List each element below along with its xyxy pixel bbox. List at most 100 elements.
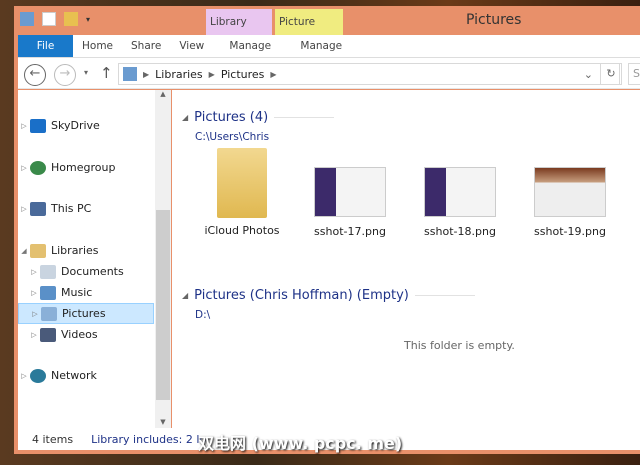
computer-icon[interactable] <box>20 12 34 26</box>
network-icon <box>30 368 46 383</box>
nav-item-videos[interactable]: ▷ Videos <box>18 324 154 345</box>
content-pane: ◢ Pictures (4) C:\Users\Chris iCloud Phot… <box>172 90 640 428</box>
properties-icon[interactable] <box>42 12 56 26</box>
scroll-down-icon[interactable]: ▼ <box>155 418 171 426</box>
recent-locations-icon[interactable]: ▾ <box>84 68 88 77</box>
tab-home[interactable]: Home <box>73 35 122 57</box>
expand-icon[interactable]: ▷ <box>18 205 30 213</box>
music-icon <box>40 285 56 300</box>
file-name: iCloud Photos <box>204 224 280 237</box>
address-toolbar: ← → ▾ ↑ ▶ Libraries ▶ Pictures ▶ ⌄ ↻ S <box>18 57 640 89</box>
computer-icon <box>30 201 46 216</box>
nav-item-music[interactable]: ▷ Music <box>18 282 154 303</box>
up-arrow-icon[interactable]: ↑ <box>100 64 113 82</box>
expand-icon[interactable]: ▷ <box>18 122 30 130</box>
nav-label: Network <box>51 369 97 382</box>
tab-library-manage[interactable]: Manage <box>216 35 284 57</box>
nav-label: Homegroup <box>51 161 116 174</box>
title-bar: ▾ Library Tools Picture Tools Pictures <box>14 6 640 54</box>
back-button[interactable]: ← <box>24 64 46 86</box>
nav-item-this-pc[interactable]: ▷ This PC <box>18 198 154 219</box>
folder-icon <box>217 148 267 218</box>
nav-label: Libraries <box>51 244 99 257</box>
library-includes-link[interactable]: Library includes: 2 lo <box>91 433 206 446</box>
expand-icon[interactable]: ▷ <box>28 289 40 297</box>
nav-label: Music <box>61 286 93 299</box>
file-name: sshot-17.png <box>314 225 386 238</box>
nav-label: Pictures <box>62 307 106 320</box>
group-path: D:\ <box>195 309 211 321</box>
explorer-window: ▾ Library Tools Picture Tools Pictures F… <box>14 6 640 454</box>
address-bar[interactable]: ▶ Libraries ▶ Pictures ▶ ⌄ <box>118 63 620 85</box>
image-thumbnail <box>534 167 606 217</box>
nav-label: Documents <box>61 265 124 278</box>
tab-picture-manage[interactable]: Manage <box>287 35 355 57</box>
nav-scrollbar[interactable]: ▲ ▼ <box>155 90 171 428</box>
cloud-icon <box>30 118 46 133</box>
expand-icon[interactable]: ▷ <box>18 164 30 172</box>
divider <box>414 295 475 296</box>
group-title: Pictures (4) <box>194 110 269 125</box>
chevron-right-icon[interactable]: ▶ <box>270 70 276 79</box>
customize-dropdown-icon[interactable]: ▾ <box>86 15 90 24</box>
expand-icon[interactable]: ▷ <box>28 268 40 276</box>
tab-share[interactable]: Share <box>122 35 170 57</box>
collapse-icon[interactable]: ◢ <box>182 291 188 300</box>
nav-label: This PC <box>51 202 92 215</box>
file-item[interactable]: sshot-19.png <box>520 167 620 238</box>
expand-icon[interactable]: ▷ <box>28 331 40 339</box>
file-item[interactable]: sshot-18.png <box>410 167 510 238</box>
divider <box>274 117 335 118</box>
nav-item-network[interactable]: ▷ Network <box>18 365 154 386</box>
navigation-pane: ▷ SkyDrive ▷ Homegroup ▷ This PC ◢ Libraries… <box>18 90 171 428</box>
file-name: sshot-19.png <box>534 225 606 238</box>
scrollbar-thumb[interactable] <box>156 210 170 400</box>
chevron-right-icon[interactable]: ▶ <box>143 70 149 79</box>
file-item[interactable]: sshot-17.png <box>300 167 400 238</box>
expand-icon[interactable]: ▷ <box>29 310 41 318</box>
file-item[interactable]: iCloud Photos <box>192 148 292 237</box>
search-input[interactable]: S <box>628 63 640 85</box>
library-tools-header: Library Tools <box>206 9 272 54</box>
tab-file[interactable]: File <box>18 35 73 57</box>
nav-item-skydrive[interactable]: ▷ SkyDrive <box>18 115 154 136</box>
forward-button[interactable]: → <box>54 64 76 86</box>
new-folder-icon[interactable] <box>64 12 78 26</box>
file-name: sshot-18.png <box>424 225 496 238</box>
nav-item-documents[interactable]: ▷ Documents <box>18 261 154 282</box>
expand-icon[interactable]: ▷ <box>18 372 30 380</box>
window-title: Pictures <box>466 12 522 28</box>
group-header-pictures[interactable]: ◢ Pictures (4) <box>182 110 335 125</box>
nav-label: SkyDrive <box>51 119 100 132</box>
breadcrumb-libraries[interactable]: Libraries <box>155 68 203 81</box>
documents-icon <box>40 264 56 279</box>
chevron-down-icon[interactable]: ⌄ <box>584 68 593 81</box>
nav-item-homegroup[interactable]: ▷ Homegroup <box>18 157 154 178</box>
picture-tools-header: Picture Tools <box>275 9 343 54</box>
ribbon-tabs: File Home Share View Manage Manage <box>18 35 640 57</box>
pictures-icon <box>41 306 57 321</box>
nav-item-libraries[interactable]: ◢ Libraries <box>18 240 154 261</box>
chevron-right-icon[interactable]: ▶ <box>209 70 215 79</box>
breadcrumb-pictures[interactable]: Pictures <box>221 68 265 81</box>
homegroup-icon <box>30 160 46 175</box>
nav-label: Videos <box>61 328 98 341</box>
watermark: 双电网 (www. pcpc. me) <box>198 434 403 453</box>
collapse-icon[interactable]: ◢ <box>18 247 30 255</box>
quick-access-toolbar: ▾ <box>20 12 90 26</box>
videos-icon <box>40 327 56 342</box>
refresh-button[interactable]: ↻ <box>600 63 622 85</box>
group-header-chris-hoffman[interactable]: ◢ Pictures (Chris Hoffman) (Empty) <box>182 288 475 303</box>
group-path: C:\Users\Chris <box>195 131 270 143</box>
empty-folder-message: This folder is empty. <box>404 339 515 352</box>
group-title: Pictures (Chris Hoffman) (Empty) <box>194 288 409 303</box>
libraries-icon <box>123 67 137 81</box>
image-thumbnail <box>424 167 496 217</box>
nav-item-pictures[interactable]: ▷ Pictures <box>18 303 154 324</box>
image-thumbnail <box>314 167 386 217</box>
scroll-up-icon[interactable]: ▲ <box>155 90 171 98</box>
item-count: 4 items <box>32 432 74 446</box>
tab-view[interactable]: View <box>170 35 213 57</box>
libraries-icon <box>30 243 46 258</box>
collapse-icon[interactable]: ◢ <box>182 113 188 122</box>
